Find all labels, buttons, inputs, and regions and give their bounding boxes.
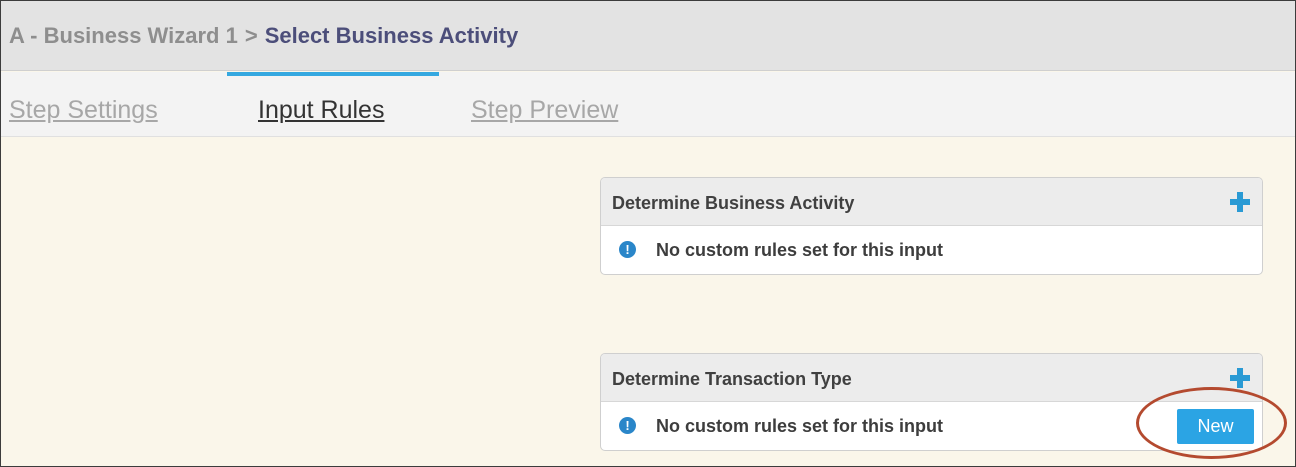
info-icon: ! <box>619 241 636 258</box>
panel-title: Determine Business Activity <box>612 193 855 213</box>
plus-icon[interactable] <box>1230 192 1250 212</box>
breadcrumb-parent[interactable]: A - Business Wizard 1 <box>9 23 238 48</box>
tab-input-rules[interactable]: Input Rules <box>258 72 384 137</box>
page-header: A - Business Wizard 1 > Select Business Ac… <box>1 1 1295 71</box>
breadcrumb-current: Select Business Activity <box>264 22 519 48</box>
panel-body: ! No custom rules set for this input New <box>601 402 1262 450</box>
app-frame: A - Business Wizard 1 > Select Business Ac… <box>0 0 1296 467</box>
panel-body: ! No custom rules set for this input <box>601 226 1262 274</box>
tab-step-preview[interactable]: Step Preview <box>471 72 618 137</box>
tab-bar: Step Settings Input Rules Step Preview <box>1 72 1295 137</box>
panel-determine-business-activity: Determine Business Activity ! No custom … <box>600 177 1263 275</box>
info-icon: ! <box>619 417 636 434</box>
no-rules-message: No custom rules set for this input <box>656 240 944 260</box>
breadcrumb-separator: > <box>244 22 258 48</box>
panel-header: Determine Transaction Type <box>601 354 1262 402</box>
no-rules-message: No custom rules set for this input <box>656 416 944 436</box>
plus-icon[interactable] <box>1230 368 1250 388</box>
breadcrumb: A - Business Wizard 1 > Select Business Ac… <box>9 23 518 49</box>
tab-step-settings[interactable]: Step Settings <box>9 72 158 137</box>
new-rule-button[interactable]: New <box>1177 409 1254 444</box>
panel-title: Determine Transaction Type <box>612 369 852 389</box>
panel-determine-transaction-type: Determine Transaction Type ! No custom r… <box>600 353 1263 451</box>
panel-header: Determine Business Activity <box>601 178 1262 226</box>
